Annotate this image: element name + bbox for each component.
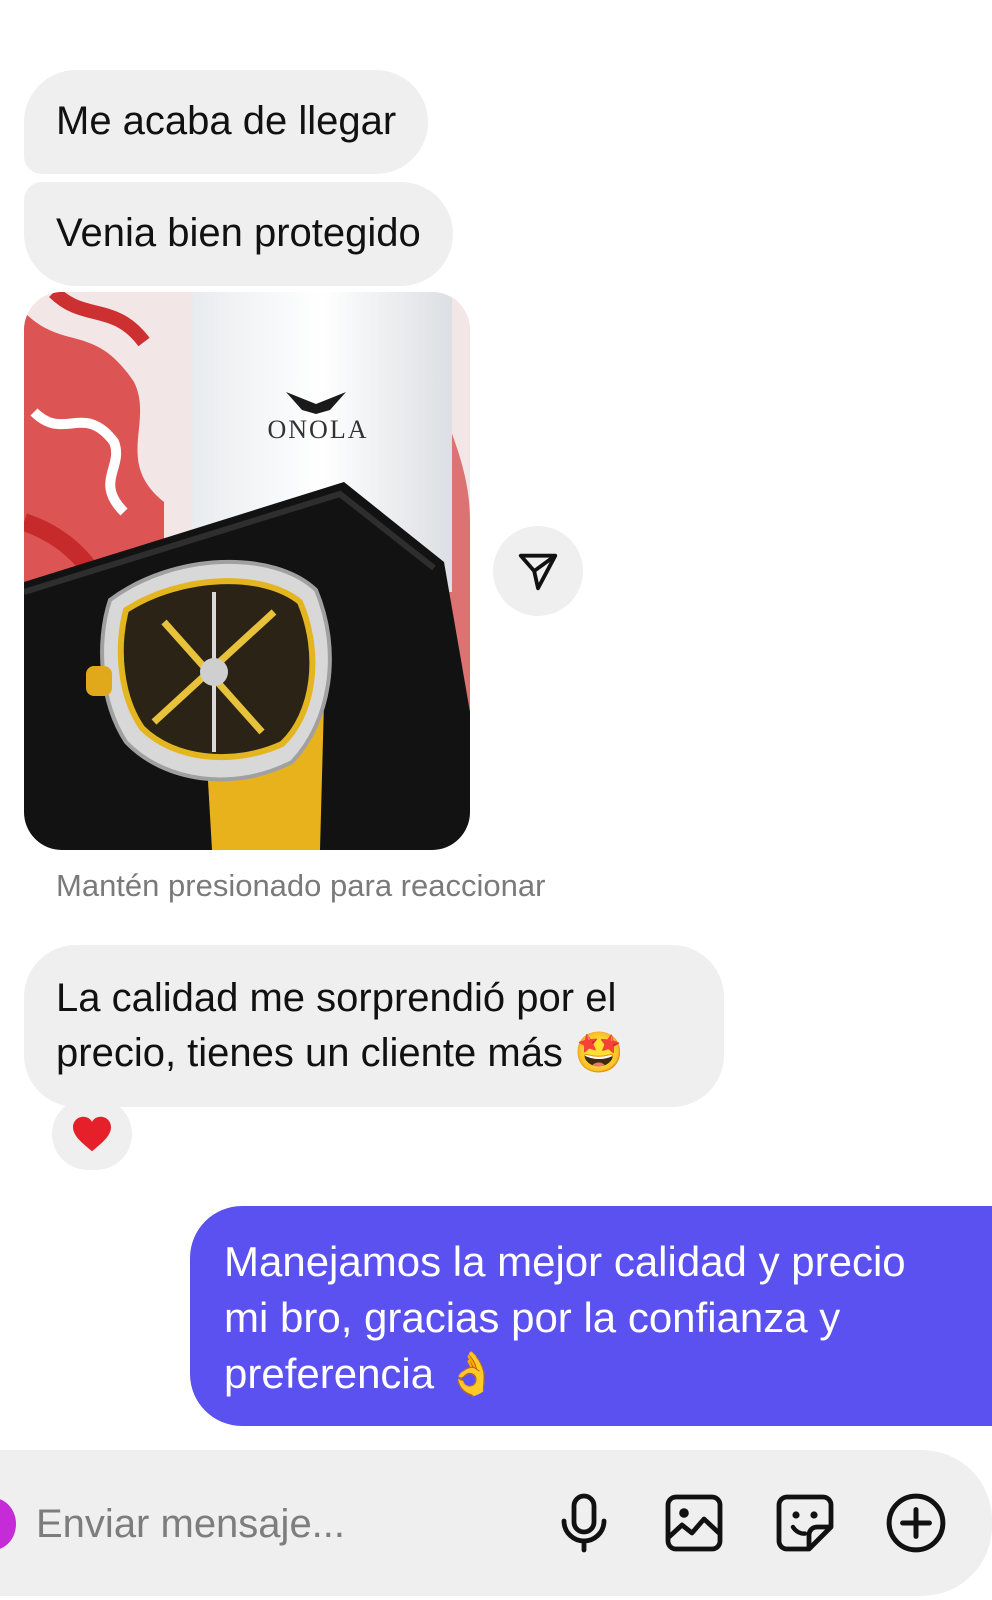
received-message[interactable]: Venia bien protegido	[24, 182, 453, 286]
avatar[interactable]	[0, 1498, 16, 1550]
watch-photo-illustration: ONOLA	[24, 292, 470, 850]
microphone-button[interactable]	[551, 1490, 617, 1556]
message-input[interactable]	[36, 1494, 536, 1554]
message-composer	[0, 1450, 992, 1596]
plus-circle-icon	[886, 1493, 946, 1553]
sticker-button[interactable]	[772, 1490, 838, 1556]
received-photo[interactable]: ONOLA	[24, 292, 470, 850]
received-message[interactable]: La calidad me sorprendió por el precio, …	[24, 945, 724, 1107]
gallery-button[interactable]	[661, 1490, 727, 1556]
brand-text: ONOLA	[268, 415, 369, 444]
share-button[interactable]	[493, 526, 583, 616]
paper-plane-icon	[518, 553, 558, 591]
reaction-hint: Mantén presionado para reaccionar	[56, 868, 546, 903]
received-message[interactable]: Me acaba de llegar	[24, 70, 429, 174]
heart-icon	[73, 1116, 111, 1152]
plus-button[interactable]	[883, 1490, 949, 1556]
sent-message[interactable]: Manejamos la mejor calidad y precio mi b…	[190, 1206, 992, 1426]
sticker-icon	[776, 1494, 834, 1552]
heart-reaction[interactable]	[52, 1098, 132, 1170]
image-icon	[665, 1494, 723, 1552]
chat-screen: Me acaba de llegar Venia bien protegido …	[0, 0, 992, 1600]
microphone-icon	[561, 1493, 607, 1553]
